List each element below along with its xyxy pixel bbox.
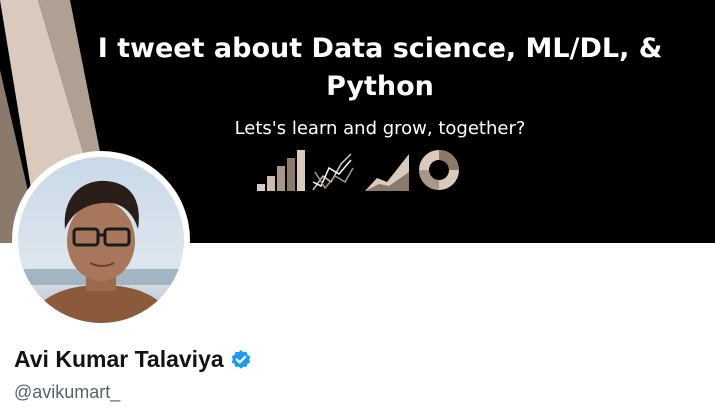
profile-name: Avi Kumar Talaviya	[14, 346, 252, 373]
donut-chart-icon	[419, 150, 459, 190]
bar-chart-icon	[257, 150, 305, 191]
area-chart-icon	[365, 154, 409, 191]
avatar[interactable]	[12, 151, 190, 329]
profile-handle: @avikumart_	[14, 382, 121, 402]
line-chart-icon	[312, 153, 354, 191]
verified-badge-icon[interactable]	[230, 349, 252, 371]
chart-icons-row	[257, 150, 459, 191]
banner-subtitle: Lets's learn and grow, together?	[234, 118, 526, 139]
banner-title: I tweet about Data science, ML/DL, & Pyt…	[97, 33, 663, 102]
display-name: Avi Kumar Talaviya	[14, 346, 224, 372]
avatar-photo	[18, 157, 184, 323]
